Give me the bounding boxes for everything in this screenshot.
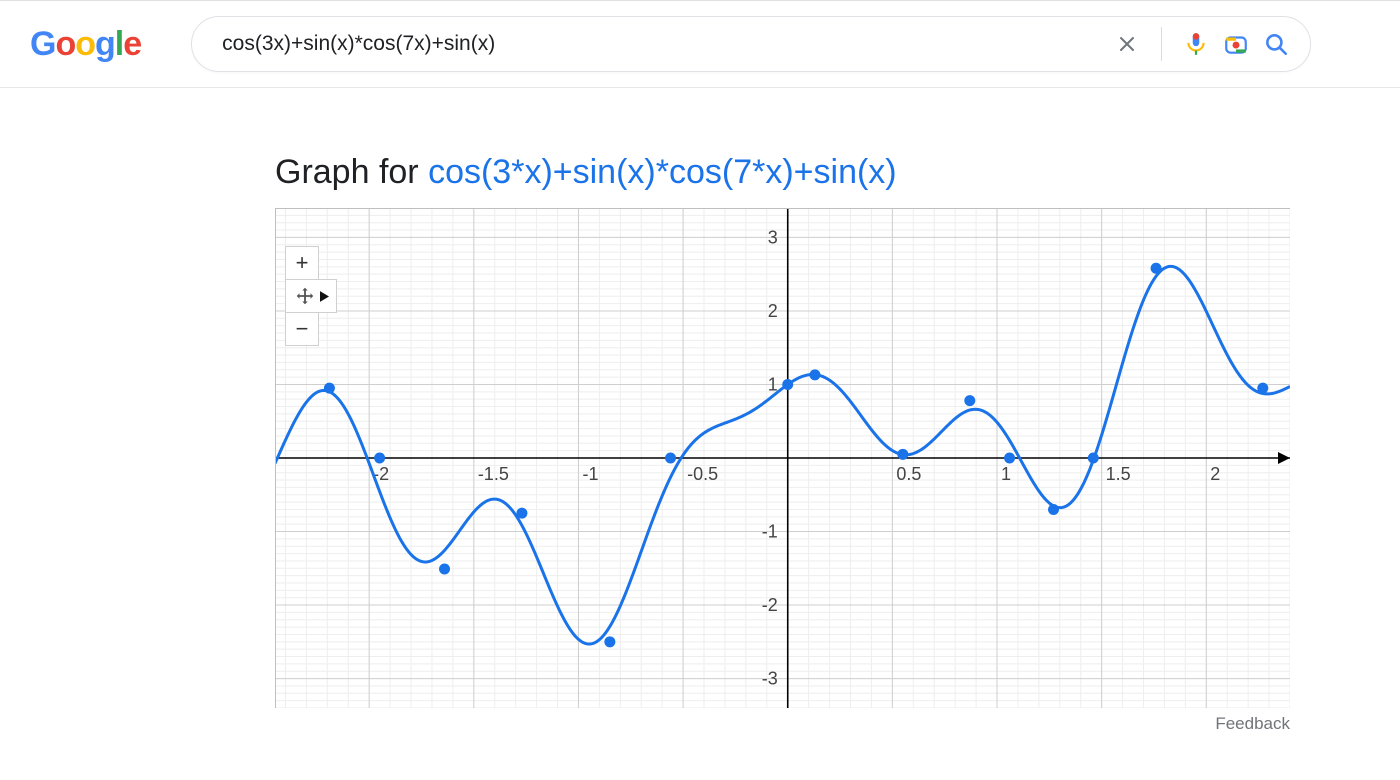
function-plot[interactable]: -2-1.5-1-0.50.511.52-3-2-1123 xyxy=(275,208,1290,708)
graph-title-expression: cos(3*x)+sin(x)*cos(7*x)+sin(x) xyxy=(428,153,897,191)
header: Google xyxy=(0,0,1400,88)
svg-text:-2: -2 xyxy=(762,595,778,615)
search-input[interactable] xyxy=(220,31,1107,57)
svg-text:2: 2 xyxy=(768,301,778,321)
svg-text:-1: -1 xyxy=(762,522,778,542)
graph-controls: + − xyxy=(285,246,337,346)
svg-text:1.5: 1.5 xyxy=(1106,464,1131,484)
svg-text:-1.5: -1.5 xyxy=(478,464,509,484)
google-logo[interactable]: Google xyxy=(30,25,141,64)
graph-title-prefix: Graph for xyxy=(275,153,428,191)
svg-text:1: 1 xyxy=(1001,464,1011,484)
camera-icon[interactable] xyxy=(1222,30,1250,58)
main-content: Graph for cos(3*x)+sin(x)*cos(7*x)+sin(x… xyxy=(0,88,1400,734)
svg-text:-0.5: -0.5 xyxy=(687,464,718,484)
zoom-out-button[interactable]: − xyxy=(285,312,319,346)
svg-text:-1: -1 xyxy=(582,464,598,484)
clear-icon[interactable] xyxy=(1113,30,1141,58)
graph-title: Graph for cos(3*x)+sin(x)*cos(7*x)+sin(x… xyxy=(275,153,1400,192)
search-icon[interactable] xyxy=(1262,30,1290,58)
zoom-in-button[interactable]: + xyxy=(285,246,319,280)
search-bar xyxy=(191,16,1311,72)
svg-text:3: 3 xyxy=(768,227,778,247)
feedback-link[interactable]: Feedback xyxy=(275,714,1290,734)
svg-text:0.5: 0.5 xyxy=(896,464,921,484)
search-separator xyxy=(1161,27,1162,61)
graph-container: + − -2-1.5-1-0.50.511.52-3-2-1123 Feedba… xyxy=(275,208,1290,734)
svg-text:2: 2 xyxy=(1210,464,1220,484)
pan-button[interactable] xyxy=(285,279,337,313)
svg-text:-3: -3 xyxy=(762,669,778,689)
mic-icon[interactable] xyxy=(1182,30,1210,58)
